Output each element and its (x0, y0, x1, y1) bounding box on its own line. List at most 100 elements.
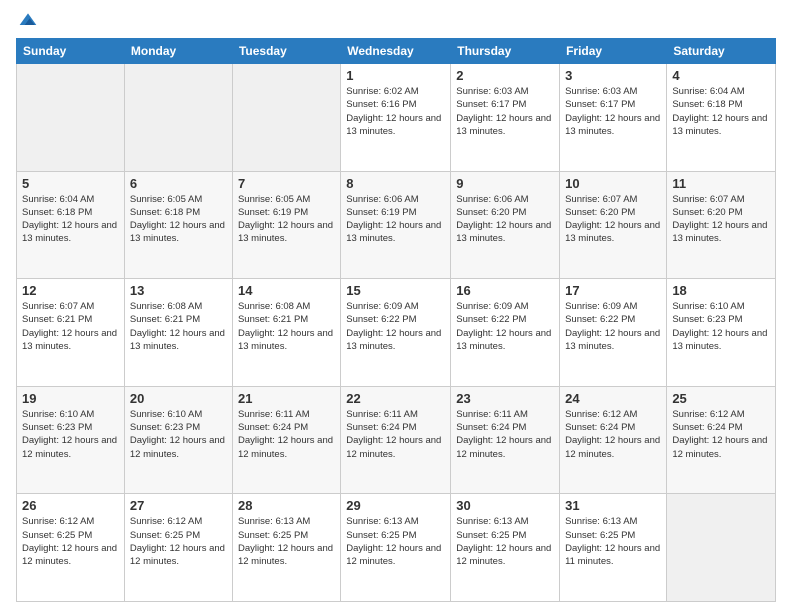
weekday-header: Thursday (451, 39, 560, 64)
day-info: Sunrise: 6:09 AMSunset: 6:22 PMDaylight:… (346, 300, 445, 353)
day-info: Sunrise: 6:02 AMSunset: 6:16 PMDaylight:… (346, 85, 445, 138)
day-number: 12 (22, 283, 119, 298)
calendar-cell: 15 Sunrise: 6:09 AMSunset: 6:22 PMDayligh… (341, 279, 451, 387)
calendar-cell: 9 Sunrise: 6:06 AMSunset: 6:20 PMDaylight… (451, 171, 560, 279)
day-info: Sunrise: 6:10 AMSunset: 6:23 PMDaylight:… (22, 408, 119, 461)
calendar-cell: 23 Sunrise: 6:11 AMSunset: 6:24 PMDayligh… (451, 386, 560, 494)
day-number: 10 (565, 176, 661, 191)
calendar-cell: 30 Sunrise: 6:13 AMSunset: 6:25 PMDayligh… (451, 494, 560, 602)
weekday-header: Sunday (17, 39, 125, 64)
calendar-cell: 24 Sunrise: 6:12 AMSunset: 6:24 PMDayligh… (560, 386, 667, 494)
calendar-cell: 4 Sunrise: 6:04 AMSunset: 6:18 PMDaylight… (667, 64, 776, 172)
day-number: 26 (22, 498, 119, 513)
calendar-cell: 22Sunrise: 6:11 AMSunset: 6:24 PMDayligh… (341, 386, 451, 494)
day-number: 8 (346, 176, 445, 191)
calendar-cell: 6 Sunrise: 6:05 AMSunset: 6:18 PMDaylight… (124, 171, 232, 279)
calendar-cell: 20 Sunrise: 6:10 AMSunset: 6:23 PMDayligh… (124, 386, 232, 494)
calendar-cell: 3 Sunrise: 6:03 AMSunset: 6:17 PMDaylight… (560, 64, 667, 172)
day-info: Sunrise: 6:03 AMSunset: 6:17 PMDaylight:… (565, 85, 661, 138)
calendar-cell: 31 Sunrise: 6:13 AMSunset: 6:25 PMDayligh… (560, 494, 667, 602)
calendar: SundayMondayTuesdayWednesdayThursdayFrid… (16, 38, 776, 602)
day-info: Sunrise: 6:13 AMSunset: 6:25 PMDaylight:… (456, 515, 554, 568)
day-number: 27 (130, 498, 227, 513)
day-number: 5 (22, 176, 119, 191)
day-info: Sunrise: 6:07 AMSunset: 6:21 PMDaylight:… (22, 300, 119, 353)
day-info: Sunrise: 6:12 AMSunset: 6:24 PMDaylight:… (672, 408, 770, 461)
day-info: Sunrise: 6:12 AMSunset: 6:25 PMDaylight:… (130, 515, 227, 568)
day-number: 2 (456, 68, 554, 83)
day-number: 3 (565, 68, 661, 83)
calendar-week-row: 19 Sunrise: 6:10 AMSunset: 6:23 PMDayligh… (17, 386, 776, 494)
weekday-header: Saturday (667, 39, 776, 64)
day-info: Sunrise: 6:05 AMSunset: 6:19 PMDaylight:… (238, 193, 335, 246)
weekday-header: Wednesday (341, 39, 451, 64)
calendar-cell: 16Sunrise: 6:09 AMSunset: 6:22 PMDayligh… (451, 279, 560, 387)
weekday-header: Friday (560, 39, 667, 64)
day-number: 30 (456, 498, 554, 513)
day-number: 14 (238, 283, 335, 298)
calendar-cell: 10 Sunrise: 6:07 AMSunset: 6:20 PMDayligh… (560, 171, 667, 279)
weekday-header: Tuesday (232, 39, 340, 64)
day-number: 28 (238, 498, 335, 513)
day-number: 24 (565, 391, 661, 406)
calendar-cell: 2 Sunrise: 6:03 AMSunset: 6:17 PMDaylight… (451, 64, 560, 172)
day-number: 29 (346, 498, 445, 513)
calendar-cell: 14 Sunrise: 6:08 AMSunset: 6:21 PMDayligh… (232, 279, 340, 387)
day-number: 23 (456, 391, 554, 406)
day-number: 6 (130, 176, 227, 191)
calendar-cell: 1 Sunrise: 6:02 AMSunset: 6:16 PMDaylight… (341, 64, 451, 172)
day-number: 1 (346, 68, 445, 83)
calendar-week-row: 12 Sunrise: 6:07 AMSunset: 6:21 PMDayligh… (17, 279, 776, 387)
calendar-cell (124, 64, 232, 172)
day-info: Sunrise: 6:13 AMSunset: 6:25 PMDaylight:… (346, 515, 445, 568)
day-info: Sunrise: 6:05 AMSunset: 6:18 PMDaylight:… (130, 193, 227, 246)
calendar-cell (667, 494, 776, 602)
day-info: Sunrise: 6:09 AMSunset: 6:22 PMDaylight:… (565, 300, 661, 353)
calendar-cell (232, 64, 340, 172)
day-info: Sunrise: 6:11 AMSunset: 6:24 PMDaylight:… (238, 408, 335, 461)
day-info: Sunrise: 6:13 AMSunset: 6:25 PMDaylight:… (238, 515, 335, 568)
weekday-header: Monday (124, 39, 232, 64)
calendar-cell: 5Sunrise: 6:04 AMSunset: 6:18 PMDaylight… (17, 171, 125, 279)
day-info: Sunrise: 6:13 AMSunset: 6:25 PMDaylight:… (565, 515, 661, 568)
header (16, 10, 776, 30)
day-number: 7 (238, 176, 335, 191)
day-number: 21 (238, 391, 335, 406)
day-info: Sunrise: 6:08 AMSunset: 6:21 PMDaylight:… (238, 300, 335, 353)
calendar-cell: 21 Sunrise: 6:11 AMSunset: 6:24 PMDayligh… (232, 386, 340, 494)
day-number: 19 (22, 391, 119, 406)
calendar-cell: 29 Sunrise: 6:13 AMSunset: 6:25 PMDayligh… (341, 494, 451, 602)
logo-icon (18, 10, 38, 30)
weekday-header-row: SundayMondayTuesdayWednesdayThursdayFrid… (17, 39, 776, 64)
day-number: 4 (672, 68, 770, 83)
day-info: Sunrise: 6:09 AMSunset: 6:22 PMDaylight:… (456, 300, 554, 353)
day-info: Sunrise: 6:11 AMSunset: 6:24 PMDaylight:… (346, 408, 445, 461)
logo (16, 10, 38, 30)
day-info: Sunrise: 6:12 AMSunset: 6:24 PMDaylight:… (565, 408, 661, 461)
day-number: 31 (565, 498, 661, 513)
day-info: Sunrise: 6:07 AMSunset: 6:20 PMDaylight:… (672, 193, 770, 246)
day-number: 20 (130, 391, 227, 406)
calendar-cell: 28 Sunrise: 6:13 AMSunset: 6:25 PMDayligh… (232, 494, 340, 602)
day-info: Sunrise: 6:07 AMSunset: 6:20 PMDaylight:… (565, 193, 661, 246)
day-info: Sunrise: 6:12 AMSunset: 6:25 PMDaylight:… (22, 515, 119, 568)
day-info: Sunrise: 6:10 AMSunset: 6:23 PMDaylight:… (672, 300, 770, 353)
calendar-cell: 12 Sunrise: 6:07 AMSunset: 6:21 PMDayligh… (17, 279, 125, 387)
calendar-cell: 19 Sunrise: 6:10 AMSunset: 6:23 PMDayligh… (17, 386, 125, 494)
calendar-week-row: 26 Sunrise: 6:12 AMSunset: 6:25 PMDayligh… (17, 494, 776, 602)
calendar-cell: 13Sunrise: 6:08 AMSunset: 6:21 PMDayligh… (124, 279, 232, 387)
day-number: 17 (565, 283, 661, 298)
day-info: Sunrise: 6:06 AMSunset: 6:20 PMDaylight:… (456, 193, 554, 246)
calendar-cell: 8 Sunrise: 6:06 AMSunset: 6:19 PMDaylight… (341, 171, 451, 279)
day-info: Sunrise: 6:03 AMSunset: 6:17 PMDaylight:… (456, 85, 554, 138)
day-number: 9 (456, 176, 554, 191)
day-info: Sunrise: 6:10 AMSunset: 6:23 PMDaylight:… (130, 408, 227, 461)
day-info: Sunrise: 6:06 AMSunset: 6:19 PMDaylight:… (346, 193, 445, 246)
day-number: 15 (346, 283, 445, 298)
day-info: Sunrise: 6:11 AMSunset: 6:24 PMDaylight:… (456, 408, 554, 461)
day-info: Sunrise: 6:04 AMSunset: 6:18 PMDaylight:… (672, 85, 770, 138)
day-number: 11 (672, 176, 770, 191)
calendar-cell: 17 Sunrise: 6:09 AMSunset: 6:22 PMDayligh… (560, 279, 667, 387)
calendar-cell: 11 Sunrise: 6:07 AMSunset: 6:20 PMDayligh… (667, 171, 776, 279)
day-number: 13 (130, 283, 227, 298)
